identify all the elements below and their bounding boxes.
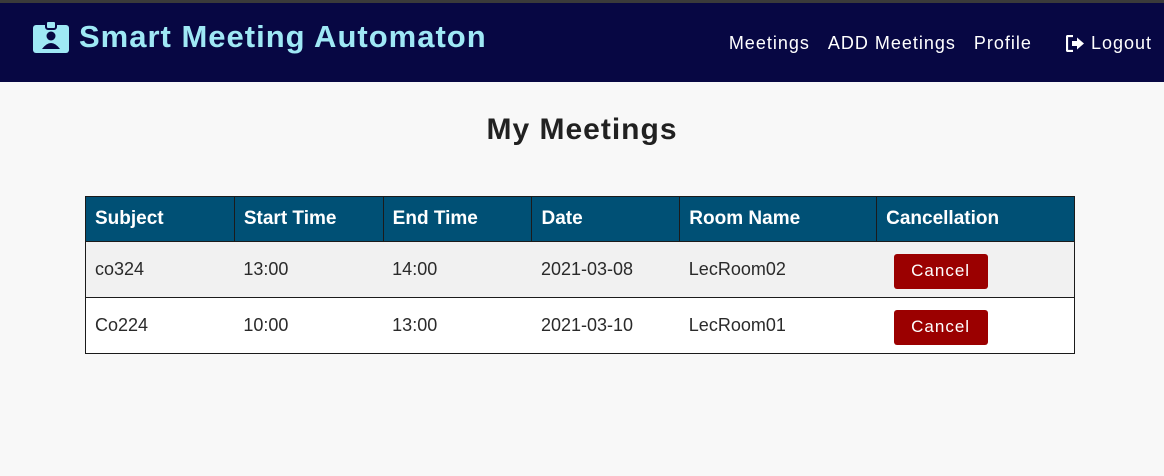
meetings-table: Subject Start Time End Time Date Room Na…: [85, 196, 1075, 354]
sign-out-icon: [1065, 34, 1085, 52]
page-title: My Meetings: [486, 113, 678, 146]
column-header-date: Date: [531, 196, 681, 242]
cell-date: 2021-03-08: [531, 241, 680, 298]
cancel-meeting-button[interactable]: Cancel: [893, 309, 988, 345]
cell-end-time: 13:00: [383, 297, 532, 354]
logout-label: Logout: [1090, 33, 1152, 53]
column-header-start-time: Start Time: [234, 196, 384, 242]
cell-cancellation: Cancel: [876, 297, 1075, 354]
column-header-cancellation: Cancellation: [876, 196, 1075, 242]
table-header-row: Subject Start Time End Time Date Room Na…: [85, 196, 1075, 242]
logout-link[interactable]: Logout: [1065, 32, 1152, 54]
cancel-meeting-button[interactable]: Cancel: [893, 253, 988, 289]
brand[interactable]: Smart Meeting Automaton: [33, 19, 487, 55]
cell-subject: Co224: [85, 297, 235, 354]
column-header-room-name: Room Name: [679, 196, 878, 242]
id-badge-icon: [33, 20, 69, 53]
column-header-subject: Subject: [85, 196, 235, 242]
top-navbar: Smart Meeting Automaton Meetings ADD Mee…: [0, 0, 1164, 82]
table-row: Co224 10:00 13:00 2021-03-10 LecRoom01 C…: [85, 297, 1075, 354]
cell-end-time: 14:00: [383, 241, 532, 298]
table-row: co324 13:00 14:00 2021-03-08 LecRoom02 C…: [85, 241, 1075, 298]
cell-room-name: LecRoom02: [679, 241, 877, 298]
nav-profile-link[interactable]: Profile: [974, 32, 1032, 54]
nav-meetings-link[interactable]: Meetings: [729, 32, 810, 54]
cell-start-time: 13:00: [234, 241, 384, 298]
column-header-end-time: End Time: [383, 196, 533, 242]
nav-links: Meetings ADD Meetings Profile Logout: [711, 32, 1152, 54]
cell-date: 2021-03-10: [531, 297, 680, 354]
nav-add-meetings-link[interactable]: ADD Meetings: [828, 32, 956, 54]
app-title: Smart Meeting Automaton: [79, 19, 487, 54]
cell-start-time: 10:00: [234, 297, 384, 354]
cell-room-name: LecRoom01: [679, 297, 877, 354]
cell-cancellation: Cancel: [876, 241, 1075, 298]
cell-subject: co324: [85, 241, 235, 298]
